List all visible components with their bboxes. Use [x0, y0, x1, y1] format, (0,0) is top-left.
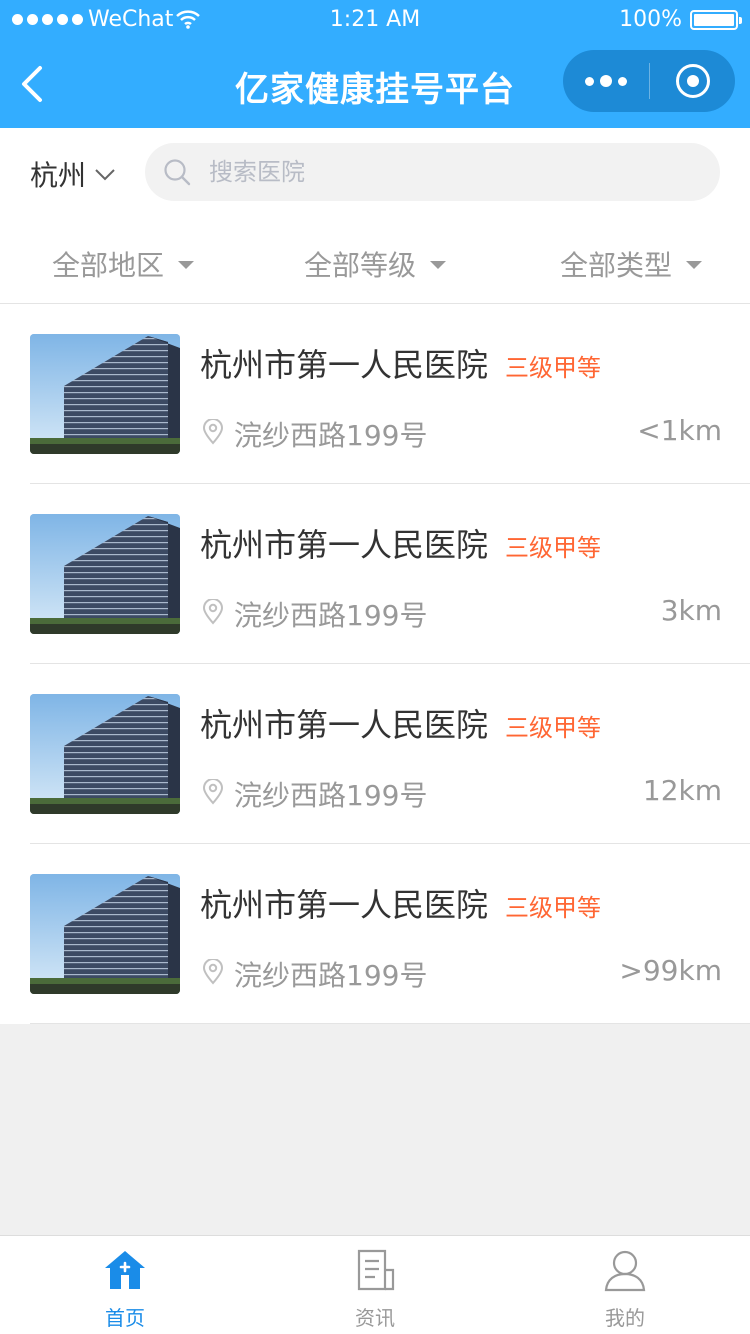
- city-selector[interactable]: 杭州: [30, 154, 116, 194]
- filter-bar: 全部地区 全部等级 全部类型: [0, 216, 750, 304]
- filter-level-label: 全部等级: [304, 249, 417, 282]
- hospital-address: 浣纱西路199号: [234, 599, 428, 632]
- location-pin-icon: [202, 959, 224, 985]
- hospital-address: 浣纱西路199号: [234, 959, 428, 992]
- search-box[interactable]: [145, 143, 720, 201]
- hospital-item[interactable]: 杭州市第一人民医院 三级甲等 浣纱西路199号 3km: [0, 484, 750, 664]
- caret-down-icon: [178, 261, 195, 269]
- search-bar: 杭州: [0, 128, 750, 216]
- mini-program-capsule: [563, 50, 735, 112]
- user-icon: [604, 1250, 646, 1292]
- hospital-distance: >99km: [619, 954, 722, 987]
- hospital-name: 杭州市第一人民医院: [200, 526, 489, 564]
- location-pin-icon: [202, 779, 224, 805]
- tab-profile[interactable]: 我的: [500, 1236, 750, 1334]
- city-label: 杭州: [30, 159, 87, 192]
- hospital-name: 杭州市第一人民医院: [200, 886, 489, 924]
- filter-type[interactable]: 全部类型: [560, 244, 703, 284]
- tab-home[interactable]: 首页: [0, 1236, 250, 1334]
- news-icon: [357, 1249, 395, 1291]
- caret-down-icon: [430, 261, 447, 269]
- chevron-down-icon: [95, 169, 115, 181]
- hospital-item[interactable]: 杭州市第一人民医院 三级甲等 浣纱西路199号 <1km: [0, 304, 750, 484]
- hospital-image: [30, 874, 180, 994]
- hospital-level-badge: 三级甲等: [505, 714, 601, 742]
- location-pin-icon: [202, 599, 224, 625]
- filter-level[interactable]: 全部等级: [304, 244, 447, 284]
- hospital-item[interactable]: 杭州市第一人民医院 三级甲等 浣纱西路199号 >99km: [0, 844, 750, 1024]
- hospital-distance: 12km: [642, 774, 722, 807]
- battery-icon: [690, 10, 742, 30]
- search-icon: [164, 159, 191, 186]
- filter-type-label: 全部类型: [560, 249, 673, 282]
- hospital-address: 浣纱西路199号: [234, 779, 428, 812]
- hospital-image: [30, 334, 180, 454]
- search-input[interactable]: [209, 143, 699, 201]
- filter-region[interactable]: 全部地区: [52, 244, 195, 284]
- hospital-distance: 3km: [660, 594, 722, 627]
- location-pin-icon: [202, 419, 224, 445]
- hospital-level-badge: 三级甲等: [505, 354, 601, 382]
- battery-percent: 100%: [619, 7, 682, 32]
- hospital-list: 杭州市第一人民医院 三级甲等 浣纱西路199号 <1km 杭州市第一人民医院 三…: [0, 304, 750, 1024]
- hospital-name: 杭州市第一人民医院: [200, 706, 489, 744]
- divider: [30, 1023, 750, 1024]
- hospital-item[interactable]: 杭州市第一人民医院 三级甲等 浣纱西路199号 12km: [0, 664, 750, 844]
- more-dots-icon[interactable]: [563, 50, 649, 112]
- target-close-icon[interactable]: [650, 50, 735, 112]
- hospital-image: [30, 694, 180, 814]
- hospital-level-badge: 三级甲等: [505, 894, 601, 922]
- hospital-level-badge: 三级甲等: [505, 534, 601, 562]
- tab-bar: 首页 资讯 我的: [0, 1235, 750, 1334]
- filter-region-label: 全部地区: [52, 249, 165, 282]
- tab-news-label: 资讯: [355, 1306, 395, 1330]
- tab-profile-label: 我的: [605, 1306, 645, 1330]
- header: WeChat 1:21 AM 100% 亿家健康挂号平台: [0, 0, 750, 128]
- hospital-address: 浣纱西路199号: [234, 419, 428, 452]
- home-icon: [105, 1251, 145, 1289]
- hospital-name: 杭州市第一人民医院: [200, 346, 489, 384]
- hospital-image: [30, 514, 180, 634]
- tab-news[interactable]: 资讯: [250, 1236, 500, 1334]
- hospital-distance: <1km: [637, 414, 722, 447]
- tab-home-label: 首页: [105, 1306, 145, 1330]
- caret-down-icon: [686, 261, 703, 269]
- status-bar: WeChat 1:21 AM 100%: [0, 0, 750, 40]
